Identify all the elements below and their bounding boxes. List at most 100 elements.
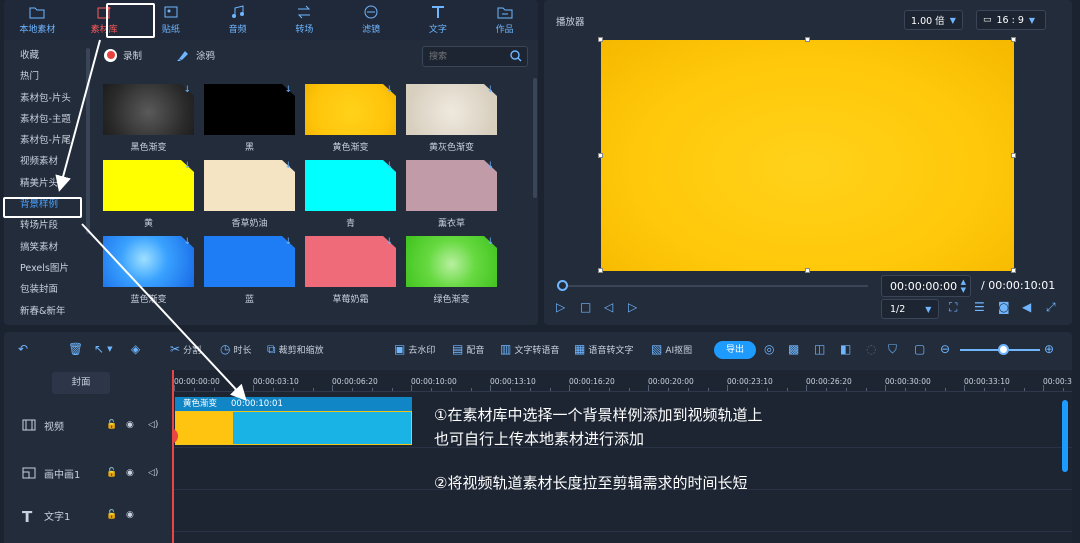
material-card[interactable]: ↓ 黑 [204, 84, 295, 153]
split-button[interactable]: ✂ 分割 [170, 342, 201, 356]
sidebar-item[interactable]: 新春&新年 [4, 301, 90, 322]
sidebar-item[interactable]: 素材包-片尾 [4, 130, 90, 151]
ai-matting-button[interactable]: ▧ AI抠图 [651, 342, 692, 356]
sidebar-scrollbar[interactable] [86, 48, 90, 234]
download-icon[interactable]: ↓ [183, 161, 191, 171]
sidebar-item[interactable]: 素材包-片头 [4, 88, 90, 109]
material-card[interactable]: ↓ 蓝色渐变 [103, 236, 194, 305]
fullscreen-icon[interactable]: ⤢ [1046, 300, 1056, 315]
paint-brush-icon[interactable] [176, 48, 190, 62]
resize-handle[interactable] [805, 37, 810, 42]
search-icon[interactable] [510, 50, 522, 62]
material-thumbnail[interactable] [204, 236, 295, 287]
subtitle-icon[interactable]: ☰ [974, 300, 985, 314]
playback-progress[interactable] [557, 280, 868, 291]
split-screen-icon[interactable]: ◧ [840, 342, 851, 356]
record-icon[interactable] [104, 48, 117, 62]
volume-icon[interactable]: ◁) [148, 468, 158, 478]
sidebar-item[interactable]: 视频素材 [4, 151, 90, 172]
material-thumbnail[interactable] [406, 84, 497, 135]
lock-icon[interactable]: 🔓 [106, 468, 117, 478]
ratio-select[interactable]: ▭ 16 : 9 ▼ [976, 10, 1046, 30]
preview-canvas[interactable] [598, 37, 1016, 273]
material-card[interactable]: ↓ 薰衣草 [406, 160, 497, 229]
clip-body[interactable] [175, 411, 412, 445]
freeze-frame-icon[interactable]: ◫ [814, 342, 825, 356]
text-track[interactable] [172, 490, 1072, 532]
tab-5[interactable]: 滤镜 [338, 0, 405, 40]
zoom-select[interactable]: 1.00 倍 ▼ [904, 10, 963, 30]
eye-icon[interactable]: ◉ [126, 468, 134, 478]
search-input[interactable] [423, 47, 503, 66]
volume-icon[interactable]: ◀ [1022, 300, 1031, 314]
eye-icon[interactable]: ◉ [126, 510, 134, 520]
tab-0[interactable]: 本地素材 [4, 0, 71, 40]
time-spinner-icon[interactable]: ▲ ▼ [961, 278, 966, 294]
download-icon[interactable]: ↓ [284, 237, 292, 247]
delete-icon[interactable]: 🗑 [68, 342, 83, 356]
zoom-slider-knob[interactable] [998, 344, 1009, 355]
download-icon[interactable]: ↓ [486, 237, 494, 247]
material-thumbnail[interactable] [103, 160, 194, 211]
search-box[interactable] [422, 46, 528, 67]
marker-icon[interactable]: ◈ [131, 342, 140, 356]
progress-knob[interactable] [557, 280, 568, 291]
download-icon[interactable]: ↓ [486, 85, 494, 95]
next-frame-icon[interactable]: ▷ [628, 300, 637, 314]
sidebar-item[interactable]: Pexels图片 [4, 258, 90, 279]
current-time-field[interactable]: 00:00:00:00 ▲ ▼ [881, 275, 971, 297]
download-icon[interactable]: ↓ [385, 161, 393, 171]
lock-track-icon[interactable]: ◌ [866, 342, 876, 356]
timeline-scrollbar[interactable] [1062, 400, 1068, 472]
text-to-speech-button[interactable]: ▥ 文字转语音 [500, 342, 559, 356]
sidebar-item[interactable]: 搞笑素材 [4, 237, 90, 258]
sidebar-item[interactable]: 素材包-主题 [4, 109, 90, 130]
download-icon[interactable]: ↓ [284, 161, 292, 171]
resize-handle[interactable] [1011, 153, 1016, 158]
lock-icon[interactable]: 🔓 [106, 420, 117, 430]
zoom-out-icon[interactable]: ⊖ [940, 342, 950, 356]
record-label[interactable]: 录制 [123, 48, 142, 62]
material-card[interactable]: ↓ 绿色渐变 [406, 236, 497, 305]
playback-speed-select[interactable]: 1/2 ▼ [881, 299, 939, 319]
duration-button[interactable]: ◷ 时长 [220, 342, 252, 356]
remove-watermark-button[interactable]: ▣ 去水印 [394, 342, 435, 356]
speech-to-text-button[interactable]: ▦ 语音转文字 [574, 342, 633, 356]
material-thumbnail[interactable] [305, 160, 396, 211]
sidebar-item[interactable]: 转场片段 [4, 215, 90, 236]
material-thumbnail[interactable] [406, 160, 497, 211]
resize-handle[interactable] [598, 153, 603, 158]
material-card[interactable]: ↓ 蓝 [204, 236, 295, 305]
material-thumbnail[interactable] [204, 84, 295, 135]
sidebar-item[interactable]: 收藏 [4, 45, 90, 66]
download-icon[interactable]: ↓ [385, 85, 393, 95]
shield-icon[interactable]: ⛉ [888, 342, 897, 357]
sidebar-item[interactable]: 包装封面 [4, 279, 90, 300]
resize-handle[interactable] [1011, 268, 1016, 273]
material-thumbnail[interactable] [406, 236, 497, 287]
speed-icon[interactable]: ◎ [764, 342, 774, 356]
material-card[interactable]: ↓ 青 [305, 160, 396, 229]
export-button[interactable]: 导出 [714, 341, 756, 359]
lock-icon[interactable]: 🔓 [106, 510, 117, 520]
fit-timeline-icon[interactable]: ▢ [914, 342, 925, 356]
camera-icon[interactable]: ◙ [998, 300, 1010, 314]
resize-handle[interactable] [1011, 37, 1016, 42]
timeline-area[interactable]: 00:00:00:00 00:00:03:10 00:00:06:20 00:00:1… [172, 370, 1072, 543]
material-card[interactable]: ↓ 黄灰色渐变 [406, 84, 497, 153]
screenshot-frame-icon[interactable]: ⛶ [949, 300, 957, 315]
volume-icon[interactable]: ◁) [148, 420, 158, 430]
stop-icon[interactable]: □ [580, 300, 591, 314]
resize-handle[interactable] [598, 268, 603, 273]
tab-3[interactable]: 音频 [204, 0, 271, 40]
tab-7[interactable]: 作品 [471, 0, 538, 40]
material-thumbnail[interactable] [305, 84, 396, 135]
paint-label[interactable]: 涂鸦 [196, 48, 215, 62]
play-icon[interactable]: ▷ [556, 300, 565, 314]
grid-scrollbar[interactable] [533, 78, 537, 198]
material-card[interactable]: ↓ 黄 [103, 160, 194, 229]
select-tool-icon[interactable]: ↖ ▼ [94, 342, 112, 356]
material-thumbnail[interactable] [103, 84, 194, 135]
material-thumbnail[interactable] [204, 160, 295, 211]
crop-zoom-button[interactable]: ⧉ 裁剪和缩放 [267, 342, 324, 357]
